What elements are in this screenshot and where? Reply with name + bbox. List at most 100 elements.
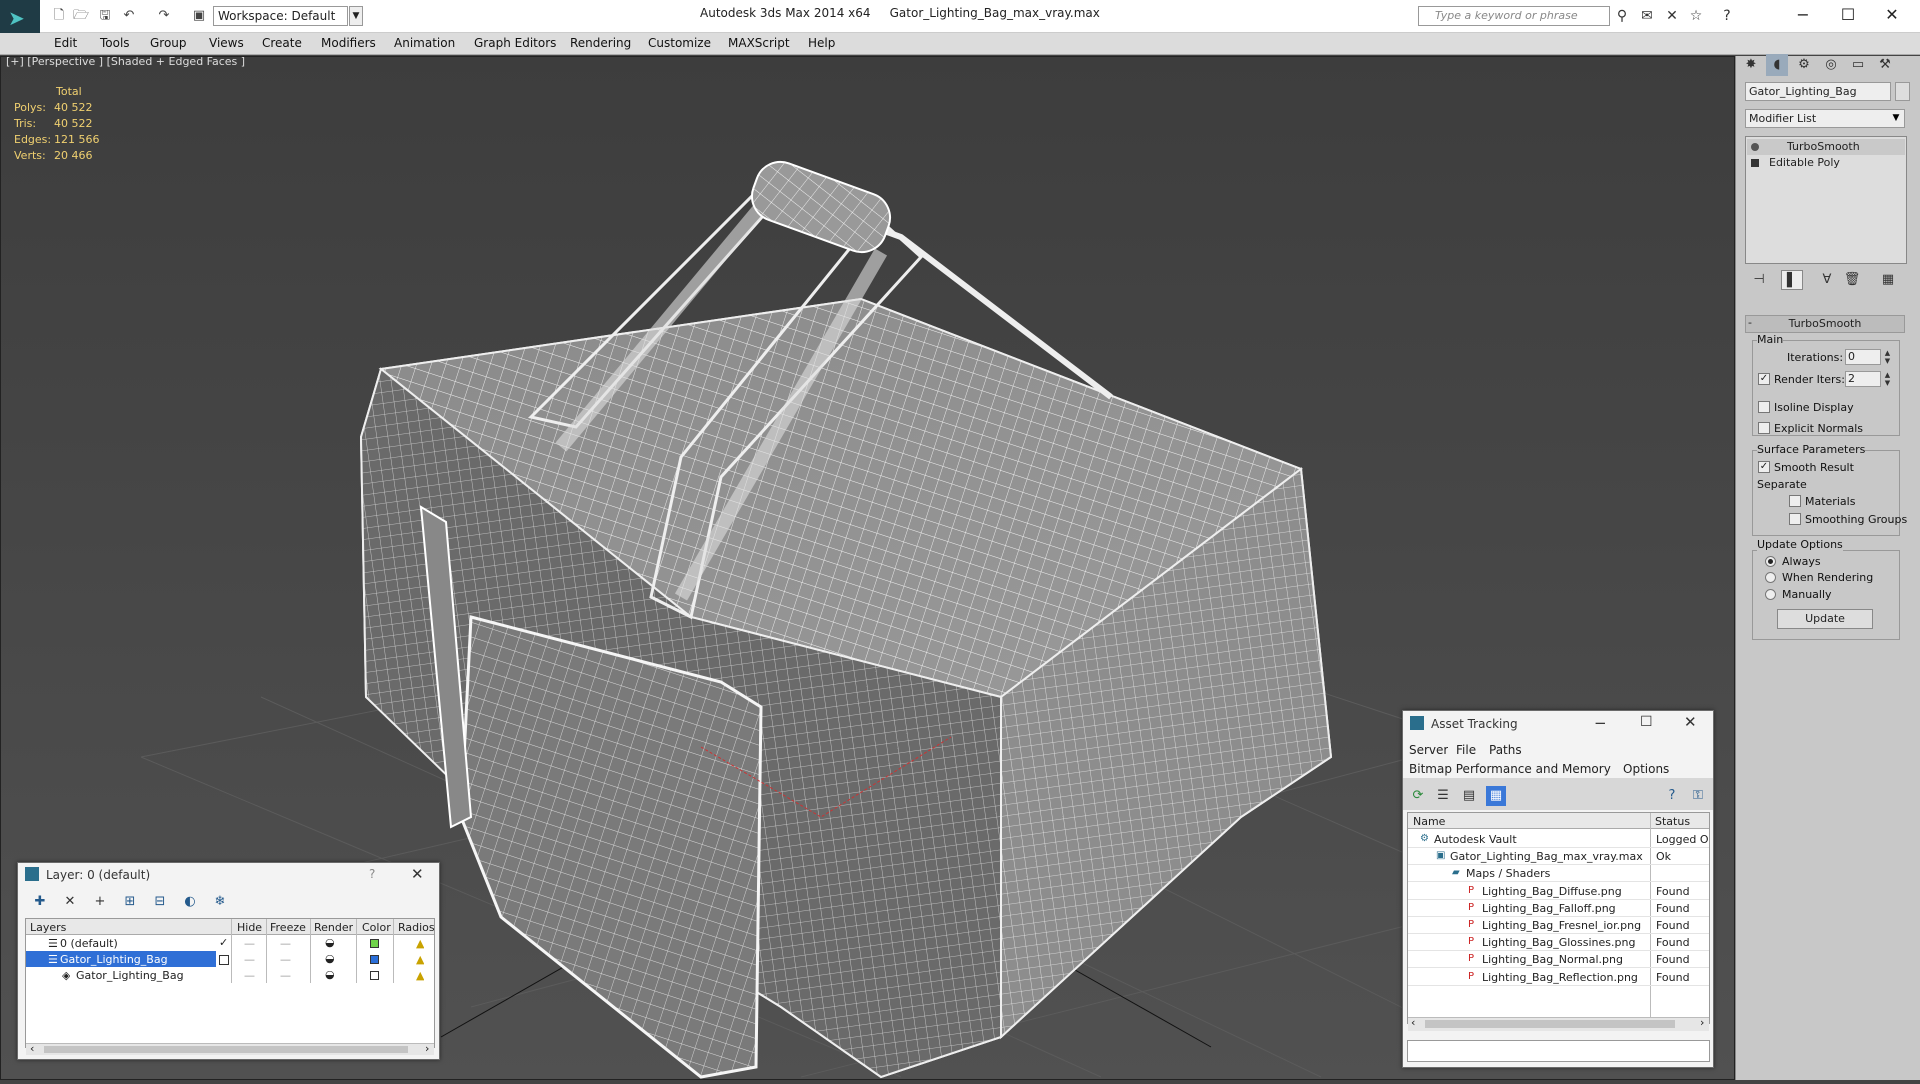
modifier-stack[interactable]: TurboSmooth Editable Poly [1745, 136, 1907, 264]
favorites-star-icon[interactable]: ☆ [1687, 7, 1705, 25]
layer-name[interactable]: 0 (default) [60, 937, 118, 950]
list-view-icon[interactable]: ☰ [1433, 786, 1453, 806]
show-end-result-icon[interactable]: ▌ [1781, 270, 1803, 290]
col-render[interactable]: Render [314, 921, 353, 934]
hierarchy-tab-icon[interactable]: ⚙ [1793, 54, 1815, 76]
layer-name[interactable]: Gator_Lighting_Bag [60, 953, 168, 966]
iterations-spinner[interactable]: 0 [1845, 349, 1881, 365]
asset-name[interactable]: Lighting_Bag_Normal.png [1482, 953, 1658, 966]
help-icon[interactable]: ? [1662, 786, 1682, 806]
menu-file[interactable]: File [1456, 743, 1476, 757]
display-tab-icon[interactable]: ▭ [1847, 54, 1869, 76]
collapse-icon[interactable]: - [1748, 316, 1752, 329]
radiosity-icon[interactable]: ▲ [416, 969, 424, 982]
freeze-toggle[interactable]: — [280, 937, 291, 950]
delete-layer-icon[interactable]: ✕ [60, 892, 80, 912]
chevron-down-icon[interactable]: ▼ [1888, 110, 1904, 127]
asset-name[interactable]: Lighting_Bag_Glossines.png [1482, 936, 1658, 949]
refresh-icon[interactable]: ⟳ [1408, 786, 1428, 806]
communication-center-icon[interactable]: ✉ [1638, 7, 1656, 25]
hide-toggle[interactable]: — [244, 953, 255, 966]
radiosity-icon[interactable]: ▲ [416, 953, 424, 966]
undo-icon[interactable]: ↶ [120, 7, 138, 25]
menu-group[interactable]: Group [150, 36, 187, 50]
menu-animation[interactable]: Animation [394, 36, 455, 50]
layer-color-swatch[interactable] [370, 955, 379, 964]
modifier-list-dropdown[interactable]: Modifier List [1745, 109, 1905, 128]
menu-modifiers[interactable]: Modifiers [321, 36, 376, 50]
asset-name[interactable]: Autodesk Vault [1434, 833, 1658, 846]
render-teapot-icon[interactable]: ◒ [325, 952, 335, 965]
menu-tools[interactable]: Tools [100, 36, 130, 50]
always-radio[interactable] [1765, 556, 1776, 567]
viewport-label[interactable]: [+] [Perspective ] [Shaded + Edged Faces… [6, 55, 245, 68]
object-name[interactable]: Gator_Lighting_Bag [76, 969, 184, 982]
expand-icon[interactable] [1751, 159, 1759, 167]
minimize-icon[interactable]: − [1594, 714, 1607, 732]
col-hide[interactable]: Hide [237, 921, 262, 934]
scroll-left-icon[interactable]: ‹ [30, 1042, 34, 1055]
freeze-toggle[interactable]: — [280, 953, 291, 966]
when-rendering-radio[interactable] [1765, 572, 1776, 583]
scrollbar-thumb[interactable] [1425, 1020, 1675, 1028]
col-freeze[interactable]: Freeze [270, 921, 306, 934]
scroll-right-icon[interactable]: › [1700, 1016, 1704, 1029]
spinner-arrows-icon[interactable]: ▲ ▼ [1883, 349, 1892, 365]
utilities-tab-icon[interactable]: ⚒ [1874, 54, 1896, 76]
thumbnail-view-icon[interactable]: ▤ [1459, 786, 1479, 806]
hide-all-icon[interactable]: ◐ [180, 892, 200, 912]
close-icon[interactable]: ✕ [1684, 713, 1697, 731]
close-icon[interactable]: ✕ [1872, 3, 1912, 27]
menu-graph-editors[interactable]: Graph Editors [474, 36, 556, 50]
minimize-icon[interactable]: − [1783, 3, 1823, 27]
isoline-display-checkbox[interactable] [1758, 401, 1770, 413]
stack-item-editable-poly[interactable]: Editable Poly [1747, 155, 1905, 171]
stack-item-turbosmooth[interactable]: TurboSmooth [1747, 139, 1905, 155]
chevron-down-icon[interactable]: ▼ [349, 6, 363, 26]
hide-toggle[interactable]: — [244, 969, 255, 982]
search-input[interactable]: Type a keyword or phrase [1418, 6, 1610, 26]
col-color[interactable]: Color [362, 921, 391, 934]
smooth-result-checkbox[interactable]: ✓ [1758, 461, 1770, 473]
highlight-layer-icon[interactable]: ⊟ [150, 892, 170, 912]
menu-rendering[interactable]: Rendering [570, 36, 631, 50]
manually-radio[interactable] [1765, 589, 1776, 600]
menu-edit[interactable]: Edit [54, 36, 77, 50]
menu-create[interactable]: Create [262, 36, 302, 50]
active-layer-box[interactable] [219, 955, 229, 965]
lightbulb-icon[interactable] [1751, 143, 1759, 151]
project-folder-icon[interactable]: ▣ [190, 7, 208, 25]
freeze-toggle[interactable]: — [280, 969, 291, 982]
asset-name[interactable]: Lighting_Bag_Reflection.png [1482, 971, 1658, 984]
scroll-left-icon[interactable]: ‹ [1411, 1016, 1415, 1029]
col-layers[interactable]: Layers [30, 921, 66, 934]
render-iters-checkbox[interactable]: ✓ [1758, 373, 1770, 385]
menu-bitmap-performance[interactable]: Bitmap Performance and Memory [1409, 762, 1611, 776]
open-file-icon[interactable]: 🗁 [72, 7, 90, 25]
materials-checkbox[interactable] [1789, 495, 1801, 507]
help-icon[interactable]: ? [1718, 7, 1736, 25]
col-status[interactable]: Status [1655, 815, 1690, 828]
explicit-normals-checkbox[interactable] [1758, 422, 1770, 434]
workspace-dropdown[interactable]: Workspace: Default [213, 6, 348, 26]
object-color-swatch[interactable] [1895, 82, 1910, 101]
binoculars-icon[interactable]: ⚲ [1613, 7, 1631, 25]
asset-name[interactable]: Lighting_Bag_Diffuse.png [1482, 885, 1658, 898]
scroll-right-icon[interactable]: › [425, 1042, 429, 1055]
add-to-layer-icon[interactable]: + [90, 892, 110, 912]
table-view-icon[interactable]: ▦ [1486, 786, 1506, 806]
new-file-icon[interactable]: 🗋 [50, 7, 68, 25]
object-name-field[interactable]: Gator_Lighting_Bag [1745, 82, 1891, 101]
configure-modifier-sets-icon[interactable]: ▦ [1877, 270, 1899, 290]
render-teapot-icon[interactable]: ◒ [325, 936, 335, 949]
close-icon[interactable]: ✕ [411, 865, 424, 883]
save-file-icon[interactable]: 🖫 [96, 7, 114, 25]
motion-tab-icon[interactable]: ◎ [1820, 54, 1842, 76]
menu-views[interactable]: Views [209, 36, 244, 50]
help-icon[interactable]: ? [369, 867, 375, 881]
col-radiosity[interactable]: Radiosi [398, 921, 434, 934]
smoothing-groups-checkbox[interactable] [1789, 513, 1801, 525]
menu-customize[interactable]: Customize [648, 36, 711, 50]
create-tab-icon[interactable]: ✸ [1740, 54, 1762, 76]
asset-name[interactable]: Gator_Lighting_Bag_max_vray.max [1450, 850, 1658, 863]
